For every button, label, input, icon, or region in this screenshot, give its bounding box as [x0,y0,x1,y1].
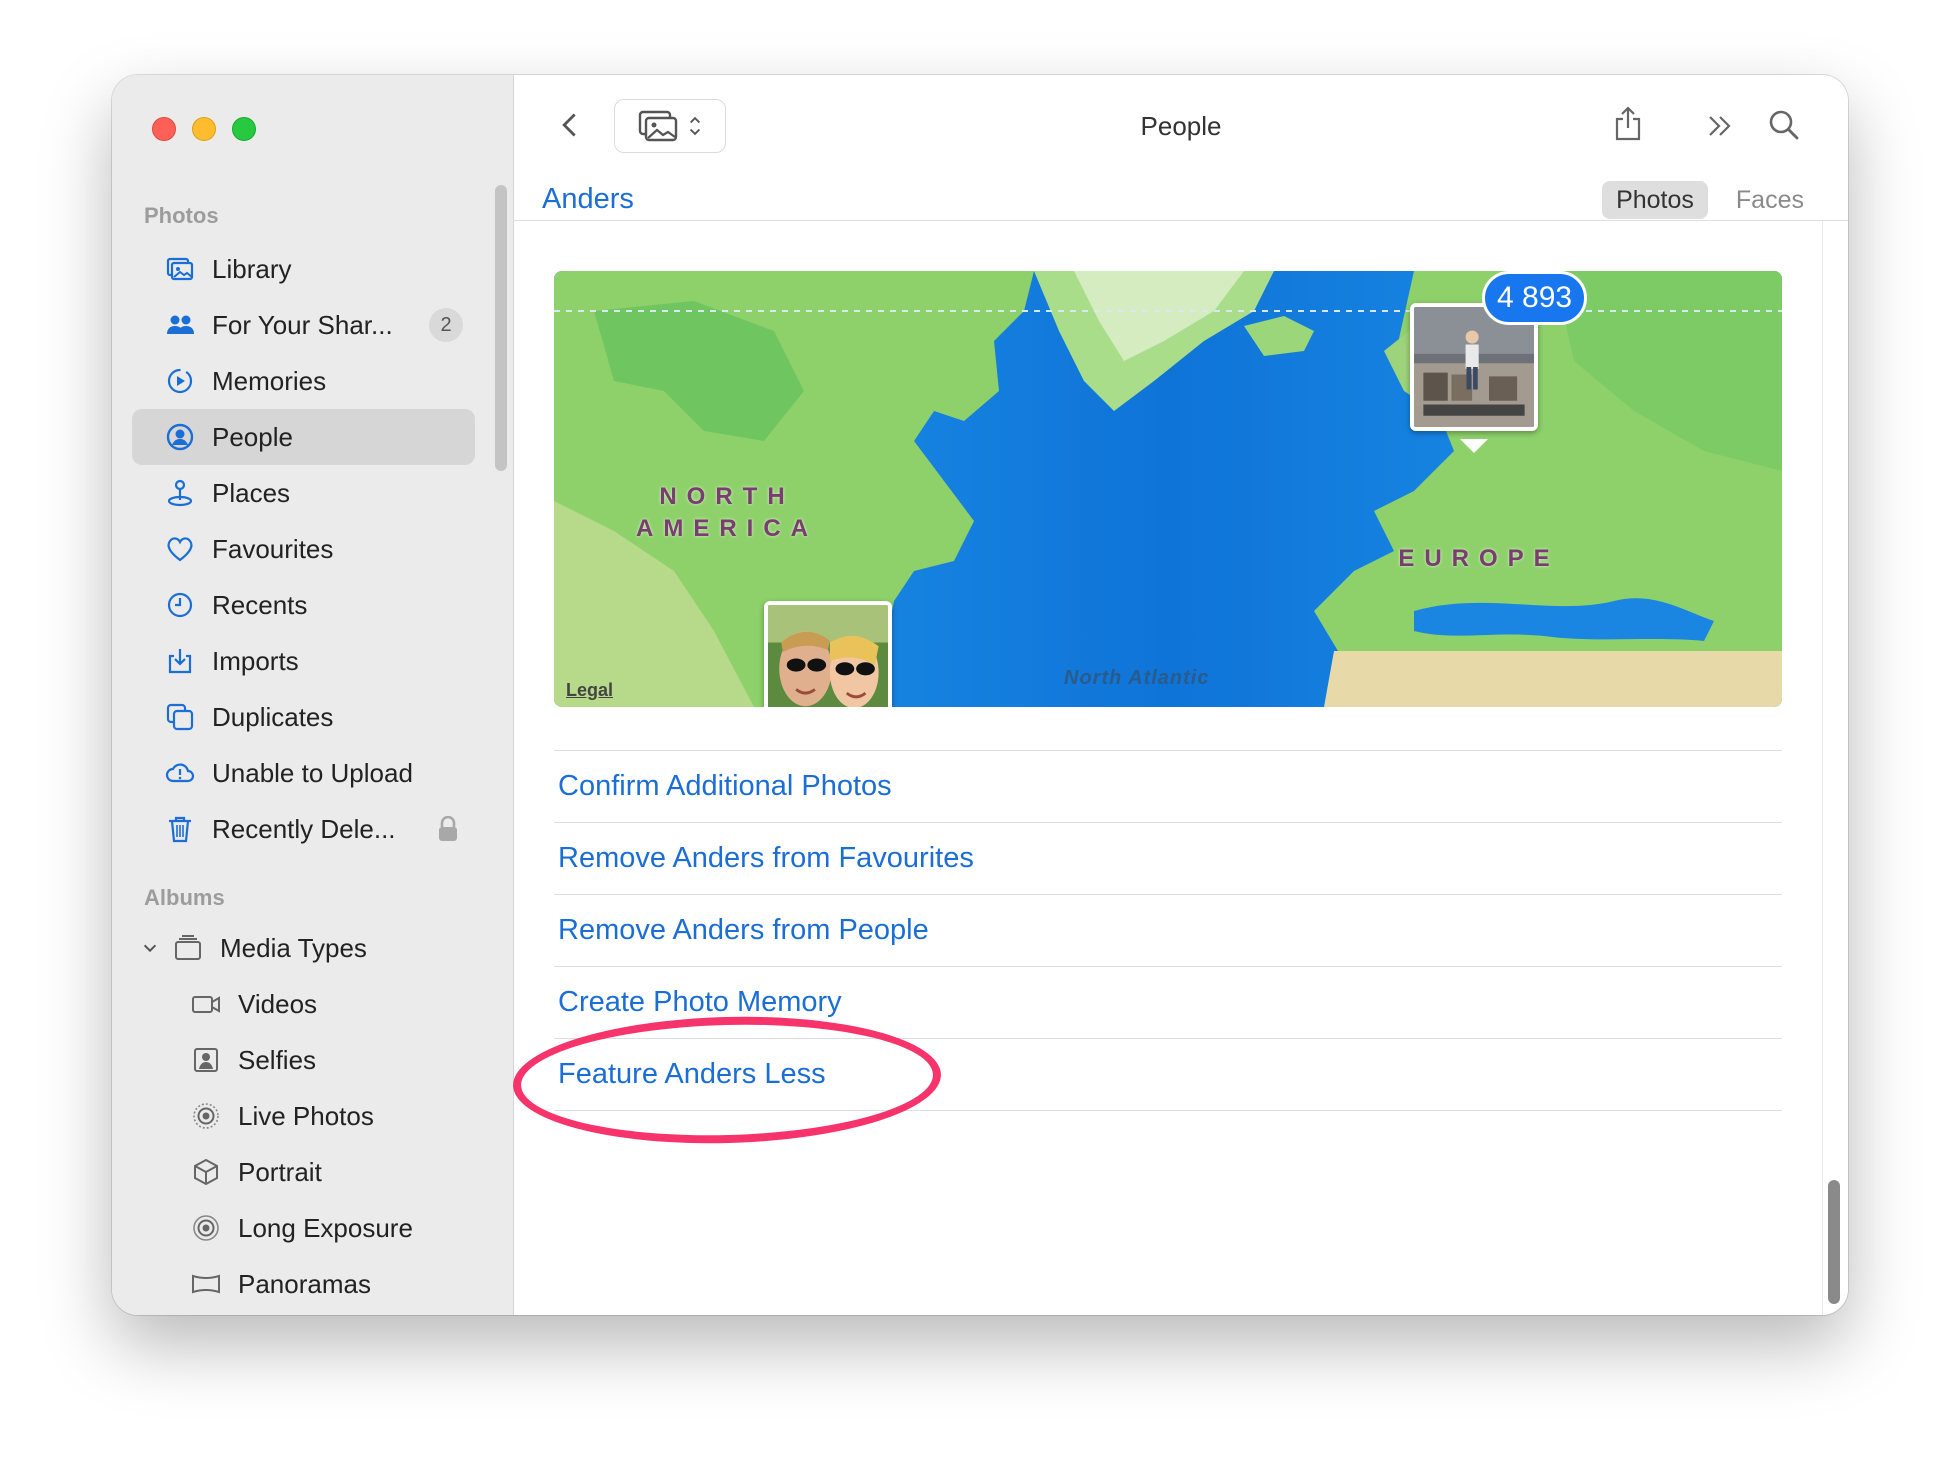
share-button[interactable] [1608,101,1648,147]
video-icon [190,988,222,1020]
places-map[interactable]: NORTH AMERICA EUROPE North Atlantic Lega… [554,271,1782,707]
sidebar-item-library[interactable]: Library [132,241,475,297]
selfie-icon [190,1044,222,1076]
sidebar-item-unable-to-upload[interactable]: Unable to Upload [132,745,475,801]
toolbar: People [514,75,1848,175]
person-actions-list: Confirm Additional Photos Remove Anders … [554,750,1782,1111]
search-icon [1769,110,1799,140]
main-scrollbar[interactable] [1828,1180,1840,1304]
main-scroll-track [1822,221,1848,1315]
segment-photos[interactable]: Photos [1602,181,1708,219]
sidebar-item-recently-deleted[interactable]: Recently Dele... [132,801,475,857]
sidebar-item-people[interactable]: People [132,409,475,465]
sidebar-item-imports[interactable]: Imports [132,633,475,689]
shared-people-icon [164,309,196,341]
section-header-albums: Albums [144,885,225,910]
selfie-thumbnail [768,605,888,707]
sidebar: Photos Library For Your Shar... 2 Memori [112,75,514,1315]
lock-icon [437,816,459,842]
live-photo-icon [190,1100,222,1132]
map-label-europe: EUROPE [1398,545,1560,572]
sidebar-scrollbar[interactable] [495,185,507,471]
sidebar-item-panoramas[interactable]: Panoramas [132,1256,475,1312]
sidebar-item-portrait[interactable]: Portrait [132,1144,475,1200]
search-button[interactable] [1764,105,1804,145]
minimize-window-button[interactable] [192,117,216,141]
sidebar-item-for-your-sharing[interactable]: For Your Shar... 2 [132,297,475,353]
sidebar-photos-list: Library For Your Shar... 2 Memories Peop… [132,241,475,857]
sidebar-item-duplicates[interactable]: Duplicates [132,689,475,745]
more-toolbar-items-button[interactable] [1700,109,1740,143]
memories-icon [164,365,196,397]
photos-window: Photos Library For Your Shar... 2 Memori [112,75,1848,1315]
section-header-photos: Photos [144,203,219,228]
share-icon [1615,106,1641,141]
people-icon [164,421,196,453]
clock-icon [164,589,196,621]
cluster-count-badge: 4 893 [1482,271,1588,325]
sidebar-item-media-types[interactable]: Media Types [132,920,475,976]
person-header: Anders Photos Faces [514,175,1848,221]
sidebar-item-videos[interactable]: Videos [132,976,475,1032]
panorama-icon [190,1268,222,1300]
cluster-thumbnail [1414,307,1534,427]
library-icon [164,253,196,285]
sidebar-item-memories[interactable]: Memories [132,353,475,409]
main-content: People Anders Photos Faces NORTH AMERICA… [514,75,1848,1315]
trash-icon [164,813,196,845]
sidebar-item-live-photos[interactable]: Live Photos [132,1088,475,1144]
sidebar-item-favourites[interactable]: Favourites [132,521,475,577]
zoom-window-button[interactable] [232,117,256,141]
sidebar-item-selfies[interactable]: Selfies [132,1032,475,1088]
chevron-down-icon[interactable] [138,936,162,960]
cloud-warning-icon [164,757,196,789]
duplicates-icon [164,701,196,733]
import-icon [164,645,196,677]
photos-faces-segmented-control: Photos Faces [1602,181,1818,219]
places-pin-icon [164,477,196,509]
long-exposure-icon [190,1212,222,1244]
photo-cluster-pin-north-america[interactable] [764,601,892,707]
create-photo-memory-button[interactable]: Create Photo Memory [554,967,1782,1039]
shared-count-badge: 2 [429,308,463,342]
window-controls [152,117,256,141]
cube-icon [190,1156,222,1188]
double-chevron-right-icon [1709,116,1731,136]
map-label-north-america: NORTH AMERICA [636,483,818,542]
feature-less-button[interactable]: Feature Anders Less [554,1039,1782,1111]
person-name[interactable]: Anders [542,183,634,216]
confirm-additional-photos-button[interactable]: Confirm Additional Photos [554,751,1782,823]
sidebar-item-recents[interactable]: Recents [132,577,475,633]
sidebar-item-places[interactable]: Places [132,465,475,521]
cluster-pin-pointer [1460,439,1488,453]
map-legal-link[interactable]: Legal [566,680,613,701]
close-window-button[interactable] [152,117,176,141]
sidebar-albums-list: Media Types Videos Selfies Live Photos P… [132,920,475,1312]
remove-from-favourites-button[interactable]: Remove Anders from Favourites [554,823,1782,895]
stack-icon [172,932,204,964]
segment-faces[interactable]: Faces [1722,181,1818,219]
remove-from-people-button[interactable]: Remove Anders from People [554,895,1782,967]
map-label-ocean: North Atlantic [1064,667,1210,689]
heart-icon [164,533,196,565]
sidebar-item-long-exposure[interactable]: Long Exposure [132,1200,475,1256]
